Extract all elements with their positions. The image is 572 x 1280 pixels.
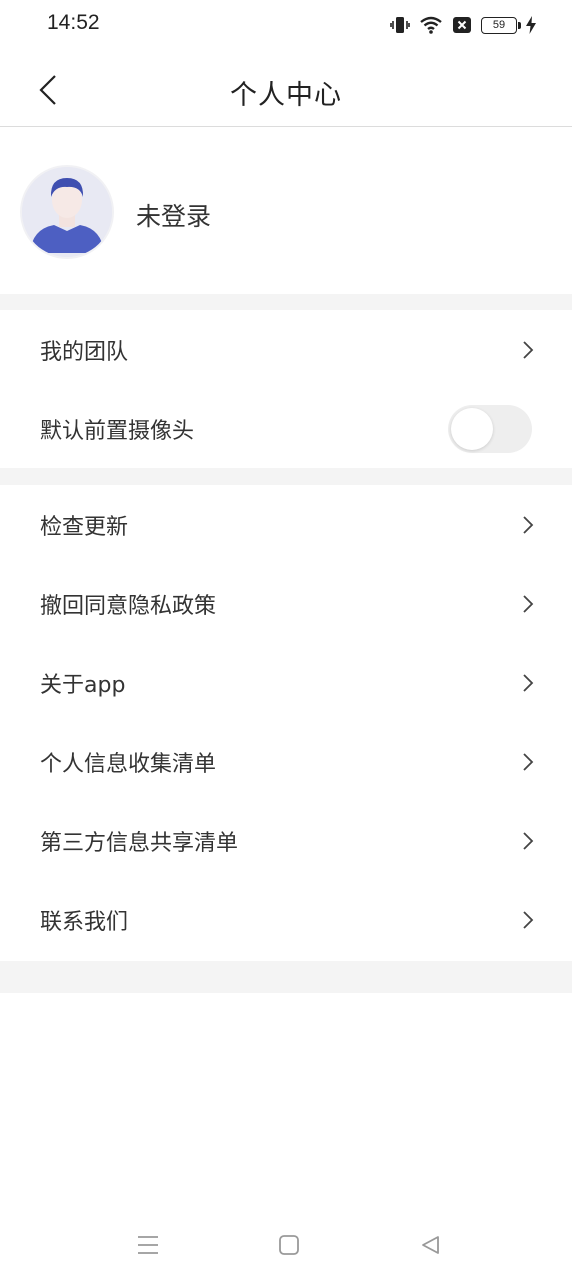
chevron-right-icon bbox=[523, 673, 534, 692]
menu-item-my-team[interactable]: 我的团队 bbox=[0, 310, 572, 389]
chevron-right-icon bbox=[523, 831, 534, 850]
home-square-icon bbox=[279, 1235, 299, 1255]
battery-icon: 59 bbox=[481, 16, 521, 34]
system-navigation-bar bbox=[0, 1212, 572, 1280]
login-status: 未登录 bbox=[136, 202, 212, 231]
wifi-icon bbox=[420, 16, 442, 34]
nav-back-button[interactable] bbox=[415, 1230, 445, 1260]
status-bar: 14:52 59 bbox=[0, 0, 572, 52]
menu-item-label: 个人信息收集清单 bbox=[40, 751, 217, 777]
menu-item-label: 联系我们 bbox=[40, 909, 129, 935]
chevron-right-icon bbox=[523, 910, 534, 929]
nav-home-button[interactable] bbox=[274, 1230, 304, 1260]
chevron-right-icon bbox=[523, 515, 534, 534]
front-camera-toggle[interactable] bbox=[448, 404, 532, 453]
avatar[interactable] bbox=[22, 167, 112, 257]
menu-item-check-update[interactable]: 检查更新 bbox=[0, 485, 572, 564]
page-title: 个人中心 bbox=[230, 80, 342, 111]
menu-item-label: 撤回同意隐私政策 bbox=[40, 593, 217, 619]
status-time: 14:52 bbox=[47, 11, 100, 34]
menu-item-revoke-privacy[interactable]: 撤回同意隐私政策 bbox=[0, 564, 572, 643]
profile-card[interactable]: 未登录 bbox=[0, 127, 572, 294]
menu-item-about-app[interactable]: 关于app bbox=[0, 643, 572, 722]
menu-item-personal-info-list[interactable]: 个人信息收集清单 bbox=[0, 722, 572, 801]
chevron-right-icon bbox=[523, 752, 534, 771]
section-divider bbox=[0, 294, 572, 310]
nav-menu-button[interactable] bbox=[133, 1230, 163, 1260]
section-divider bbox=[0, 961, 572, 993]
battery-level: 59 bbox=[492, 19, 506, 31]
sim-x-icon bbox=[453, 17, 471, 33]
menu-item-label: 第三方信息共享清单 bbox=[40, 830, 239, 856]
menu-icon bbox=[138, 1236, 158, 1254]
menu-item-contact-us[interactable]: 联系我们 bbox=[0, 880, 572, 959]
chevron-right-icon bbox=[523, 340, 534, 359]
chevron-right-icon bbox=[523, 594, 534, 613]
vibrate-icon bbox=[390, 17, 410, 33]
menu-item-label: 关于app bbox=[40, 672, 126, 698]
menu-item-third-party-list[interactable]: 第三方信息共享清单 bbox=[0, 801, 572, 880]
header: 个人中心 bbox=[0, 52, 572, 127]
menu-item-label: 默认前置摄像头 bbox=[40, 418, 195, 444]
back-triangle-icon bbox=[422, 1236, 439, 1254]
menu-item-front-camera: 默认前置摄像头 bbox=[0, 389, 572, 468]
status-icons: 59 bbox=[390, 14, 536, 36]
section-divider bbox=[0, 468, 572, 485]
menu-item-label: 检查更新 bbox=[40, 514, 129, 540]
menu-item-label: 我的团队 bbox=[40, 339, 129, 365]
default-user-avatar-icon bbox=[22, 167, 112, 257]
toggle-knob bbox=[451, 407, 493, 450]
charging-icon bbox=[526, 16, 536, 34]
